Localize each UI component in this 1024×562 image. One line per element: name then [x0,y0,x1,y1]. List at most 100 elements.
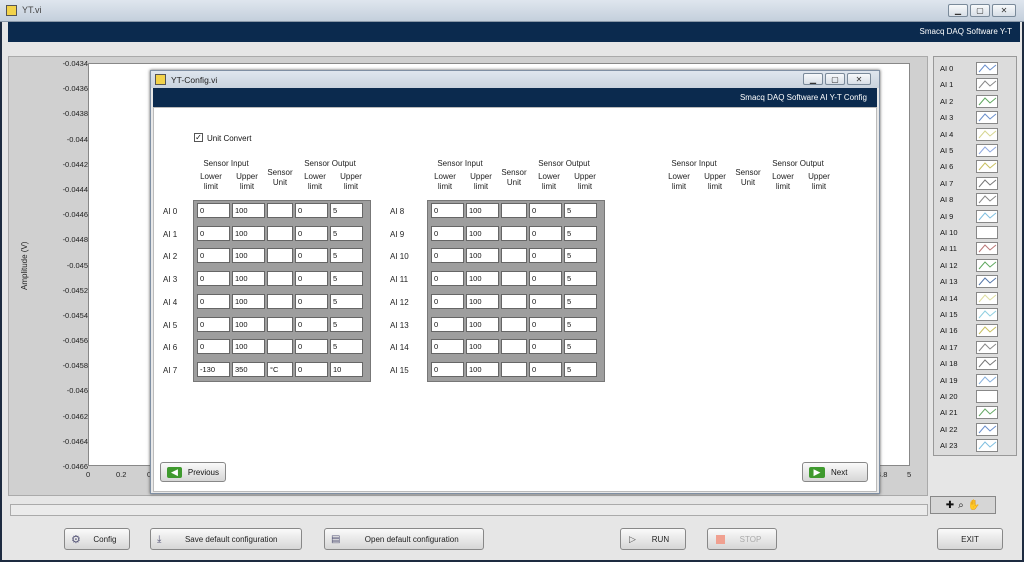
legend-swatch[interactable] [976,193,998,207]
output-upper-field[interactable]: 5 [564,293,597,309]
unit-convert-checkbox[interactable]: ✓ [194,133,203,142]
sensor-unit-field[interactable] [501,293,527,309]
legend-swatch[interactable] [976,406,998,420]
legend-swatch[interactable] [976,390,998,403]
sensor-unit-field[interactable] [267,339,293,355]
sensor-unit-field[interactable] [501,225,527,241]
input-upper-field[interactable]: 100 [466,293,499,309]
input-upper-field[interactable]: 350 [232,361,265,377]
output-upper-field[interactable]: 5 [330,225,363,241]
legend-swatch[interactable] [976,340,998,354]
input-lower-field[interactable]: -130 [197,361,230,377]
output-upper-field[interactable]: 5 [564,225,597,241]
output-upper-field[interactable]: 5 [564,339,597,355]
input-lower-field[interactable]: 0 [197,316,230,332]
sensor-unit-field[interactable] [267,316,293,332]
exit-button[interactable]: EXIT [937,528,1003,550]
legend-swatch[interactable] [976,144,998,157]
output-lower-field[interactable]: 0 [295,271,328,287]
sensor-unit-field[interactable] [267,248,293,264]
input-upper-field[interactable]: 100 [466,271,499,287]
output-lower-field[interactable]: 0 [295,316,328,332]
output-lower-field[interactable]: 0 [529,271,562,287]
minimize-button[interactable]: ▁ [948,4,968,17]
input-upper-field[interactable]: 100 [466,361,499,377]
output-upper-field[interactable]: 5 [330,339,363,355]
input-lower-field[interactable]: 0 [431,293,464,309]
output-upper-field[interactable]: 5 [564,271,597,287]
sensor-unit-field[interactable] [501,316,527,332]
legend-swatch[interactable] [976,242,998,256]
input-upper-field[interactable]: 100 [232,293,265,309]
output-upper-field[interactable]: 10 [330,361,363,377]
legend-swatch[interactable] [976,275,998,289]
input-upper-field[interactable]: 100 [232,339,265,355]
dialog-close-button[interactable]: ✕ [847,73,871,85]
sensor-unit-field[interactable] [501,339,527,355]
input-upper-field[interactable]: 100 [232,271,265,287]
sensor-unit-field[interactable] [501,271,527,287]
output-upper-field[interactable]: 5 [330,293,363,309]
input-upper-field[interactable]: 100 [232,225,265,241]
legend-swatch[interactable] [976,94,998,108]
dialog-maximize-button[interactable]: ▢ [825,73,845,85]
output-upper-field[interactable]: 5 [564,316,597,332]
sensor-unit-field[interactable] [267,293,293,309]
maximize-button[interactable]: ▢ [970,4,990,17]
legend-swatch[interactable] [976,160,998,174]
input-lower-field[interactable]: 0 [431,316,464,332]
output-lower-field[interactable]: 0 [529,316,562,332]
output-upper-field[interactable]: 5 [330,316,363,332]
input-lower-field[interactable]: 0 [431,203,464,218]
run-button[interactable]: ▷ RUN [620,528,686,550]
output-upper-field[interactable]: 5 [330,248,363,264]
input-lower-field[interactable]: 0 [197,225,230,241]
legend-swatch[interactable] [976,422,998,436]
input-lower-field[interactable]: 0 [431,248,464,264]
output-lower-field[interactable]: 0 [529,339,562,355]
output-lower-field[interactable]: 0 [529,248,562,264]
input-lower-field[interactable]: 0 [431,361,464,377]
previous-button[interactable]: ◀ Previous [160,462,226,482]
legend-swatch[interactable] [976,62,998,75]
input-lower-field[interactable]: 0 [197,271,230,287]
legend-swatch[interactable] [976,357,998,371]
input-lower-field[interactable]: 0 [431,271,464,287]
sensor-unit-field[interactable]: °C [267,361,293,377]
horizontal-scrollbar[interactable] [10,504,928,516]
dialog-minimize-button[interactable]: ▁ [803,73,823,85]
output-lower-field[interactable]: 0 [529,225,562,241]
output-lower-field[interactable]: 0 [295,203,328,218]
sensor-unit-field[interactable] [501,361,527,377]
input-upper-field[interactable]: 100 [232,203,265,218]
output-lower-field[interactable]: 0 [295,248,328,264]
output-lower-field[interactable]: 0 [295,293,328,309]
input-lower-field[interactable]: 0 [431,225,464,241]
sensor-unit-field[interactable] [267,225,293,241]
cursor-icon[interactable]: ✚ [946,500,954,511]
close-button[interactable]: ✕ [992,4,1016,17]
input-upper-field[interactable]: 100 [466,225,499,241]
output-upper-field[interactable]: 5 [330,271,363,287]
input-lower-field[interactable]: 0 [197,248,230,264]
output-lower-field[interactable]: 0 [529,293,562,309]
sensor-unit-field[interactable] [501,248,527,264]
input-upper-field[interactable]: 100 [466,248,499,264]
legend-swatch[interactable] [976,373,998,387]
input-lower-field[interactable]: 0 [197,203,230,218]
output-upper-field[interactable]: 5 [564,203,597,218]
sensor-unit-field[interactable] [267,271,293,287]
next-button[interactable]: ▶ Next [802,462,868,482]
legend-swatch[interactable] [976,308,998,321]
output-upper-field[interactable]: 5 [564,361,597,377]
legend-swatch[interactable] [976,78,998,92]
output-upper-field[interactable]: 5 [330,203,363,218]
output-lower-field[interactable]: 0 [295,225,328,241]
input-lower-field[interactable]: 0 [197,339,230,355]
sensor-unit-field[interactable] [501,203,527,218]
input-upper-field[interactable]: 100 [466,203,499,218]
save-config-button[interactable]: ⤓ Save default configuration [150,528,302,550]
output-lower-field[interactable]: 0 [529,203,562,218]
stop-button[interactable]: STOP [707,528,777,550]
input-upper-field[interactable]: 100 [466,339,499,355]
